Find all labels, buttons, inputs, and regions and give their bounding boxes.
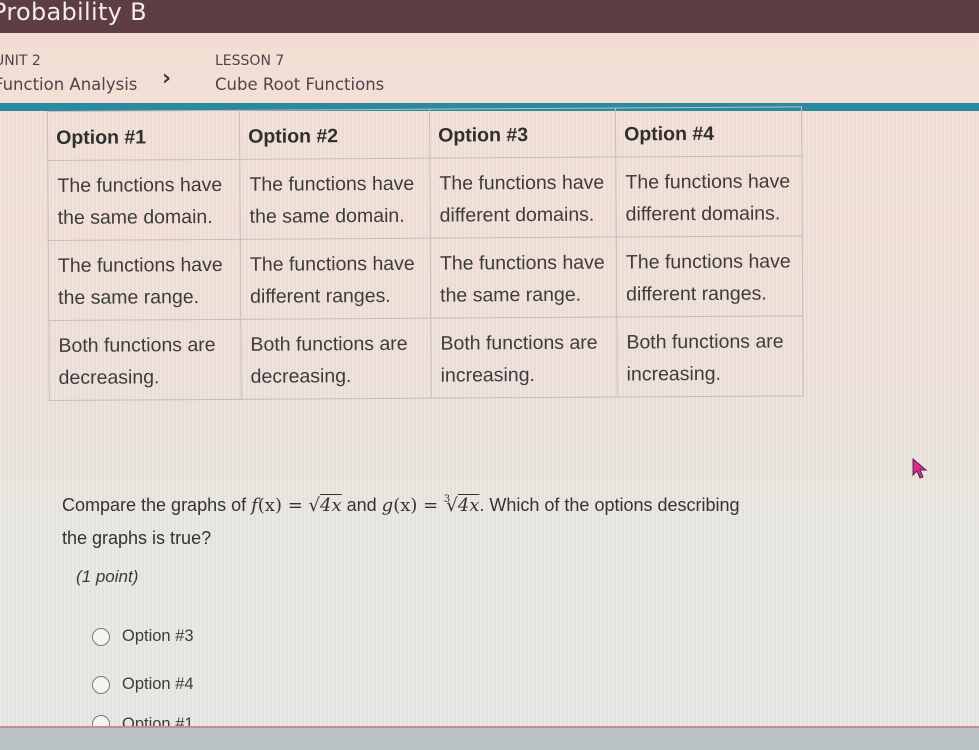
unit-title: Function Analysis — [0, 75, 138, 94]
chevron-right-icon: › — [162, 66, 172, 91]
g-equation: g(x) = 3√4x — [381, 494, 480, 516]
table-cell: The functions have the same domain. — [239, 158, 431, 240]
table-cell: Both functions are decreasing. — [240, 318, 432, 400]
question-text: Compare the graphs of f(x) = √4x and g(x… — [62, 483, 762, 555]
table-header: Option #2 — [239, 109, 430, 160]
app-header: Probability B — [0, 0, 979, 33]
table-header: Option #1 — [47, 110, 240, 161]
points-label: (1 point) — [76, 567, 139, 586]
radio-button[interactable] — [92, 627, 110, 646]
table-cell: Both functions are increasing. — [616, 315, 804, 398]
table-header-row: Option #1 Option #2 Option #3 Option #4 — [47, 106, 802, 161]
choice-label: Option #4 — [122, 675, 194, 693]
table-cell: The functions have different domains. — [615, 155, 803, 238]
table-row: The functions have the same domain. The … — [47, 155, 803, 241]
app-title: Probability B — [0, 0, 147, 26]
f-equation: f(x) = √4x — [251, 495, 342, 516]
table-cell: The functions have different domains. — [429, 157, 617, 239]
breadcrumb: UNIT 2 Function Analysis › LESSON 7 Cube… — [0, 33, 979, 103]
table-cell: The functions have the same range. — [430, 237, 617, 319]
mouse-pointer-icon — [912, 458, 928, 479]
lesson-title: Cube Root Functions — [215, 75, 385, 94]
question-content: Option #1 Option #2 Option #3 Option #4 … — [0, 106, 979, 729]
table-cell: The functions have different ranges. — [616, 235, 803, 318]
table-row: Both functions are decreasing. Both func… — [48, 315, 804, 401]
table-cell: Both functions are decreasing. — [48, 319, 242, 401]
lesson-label: LESSON 7 — [215, 53, 285, 69]
question-middle: and — [341, 495, 382, 515]
bottom-bar — [0, 728, 979, 750]
answer-choice-option-3[interactable]: Option #3 — [92, 627, 194, 646]
breadcrumb-unit[interactable]: UNIT 2 Function Analysis — [0, 53, 137, 94]
table-header: Option #3 — [429, 108, 616, 159]
choice-label: Option #3 — [122, 627, 194, 645]
question-prefix: Compare the graphs of — [62, 495, 252, 515]
breadcrumb-lesson[interactable]: LESSON 7 Cube Root Functions — [215, 53, 384, 94]
table-cell: The functions have the same range. — [48, 239, 241, 321]
table-cell: The functions have the same domain. — [47, 159, 241, 241]
table-cell: The functions have different ranges. — [240, 238, 431, 320]
unit-label: UNIT 2 — [0, 53, 41, 69]
table-row: The functions have the same range. The f… — [48, 235, 803, 321]
table-cell: Both functions are increasing. — [430, 317, 618, 399]
radio-button[interactable] — [92, 675, 110, 694]
answer-choice-option-4[interactable]: Option #4 — [92, 675, 194, 694]
table-header: Option #4 — [615, 106, 802, 158]
options-table: Option #1 Option #2 Option #3 Option #4 … — [47, 106, 804, 401]
